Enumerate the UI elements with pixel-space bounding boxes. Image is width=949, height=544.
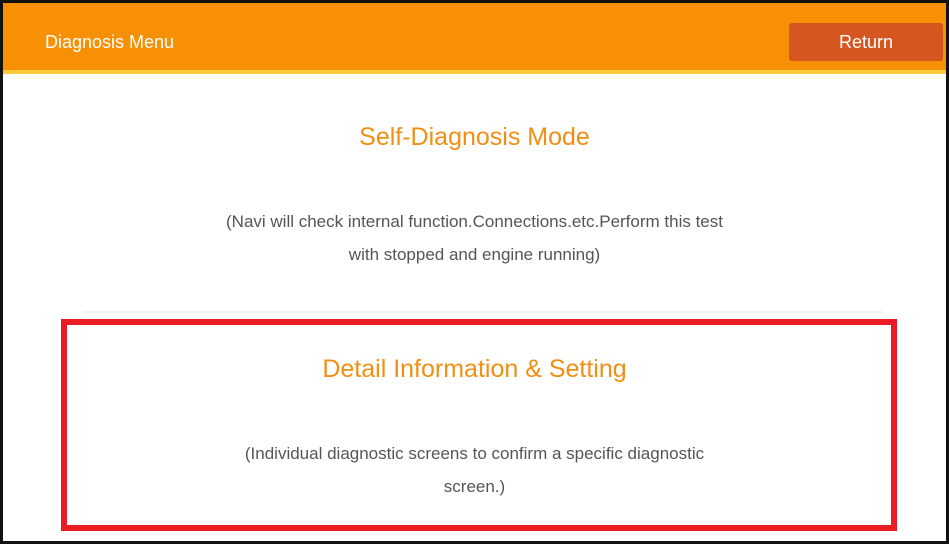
menu-item-description: (Navi will check internal function.Conne… <box>3 205 946 271</box>
menu-item-title: Self-Diagnosis Mode <box>359 123 590 151</box>
diagnosis-screen: Diagnosis Menu Return Self-Diagnosis Mod… <box>0 0 949 544</box>
description-line: with stopped and engine running) <box>348 245 601 264</box>
description-line: (Navi will check internal function.Conne… <box>226 212 723 231</box>
return-button[interactable]: Return <box>789 23 943 61</box>
menu-item-title: Detail Information & Setting <box>322 355 627 383</box>
menu-divider <box>83 311 883 313</box>
header-title: Diagnosis Menu <box>45 32 175 52</box>
description-line: screen.) <box>443 477 506 496</box>
header-bar: Diagnosis Menu Return <box>3 3 946 74</box>
menu-item-self-diagnosis[interactable]: Self-Diagnosis Mode (Navi will check int… <box>3 83 946 307</box>
description-line: (Individual diagnostic screens to confir… <box>244 444 705 463</box>
menu-item-detail-information[interactable]: Detail Information & Setting (Individual… <box>3 319 946 531</box>
menu-item-description: (Individual diagnostic screens to confir… <box>3 437 946 503</box>
